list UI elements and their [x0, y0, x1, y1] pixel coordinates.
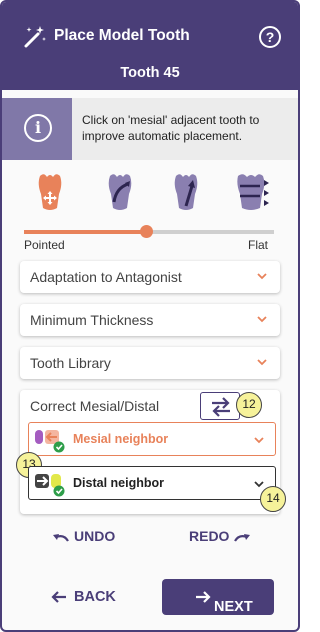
- slider-knob[interactable]: [140, 225, 153, 238]
- info-message: Click on 'mesial' adjacent tooth to impr…: [82, 113, 260, 143]
- chevron-down-icon: [254, 481, 264, 488]
- undo-label: UNDO: [74, 528, 116, 544]
- slider-right-label: Flat: [248, 238, 269, 252]
- slider-fill: [24, 230, 147, 234]
- tilt-tooth-tool[interactable]: [166, 172, 206, 214]
- info-icon-box: i: [2, 98, 72, 160]
- question-circle-icon[interactable]: ?: [259, 26, 281, 48]
- mesial-neighbor-icon: [35, 430, 65, 453]
- panel-title: Place Model Tooth: [54, 27, 190, 44]
- chevron-down-icon: [257, 273, 267, 280]
- info-circle-icon: i: [24, 114, 52, 142]
- next-label: NEXT: [214, 599, 253, 615]
- arrow-right-icon: [196, 591, 211, 603]
- section-adaptation-to-antagonist[interactable]: Adaptation to Antagonist: [20, 261, 280, 293]
- arrow-left-icon: [51, 591, 66, 603]
- section-label: Correct Mesial/Distal: [30, 398, 160, 414]
- back-label: BACK: [74, 589, 116, 605]
- callout-12: 12: [236, 392, 262, 418]
- chevron-down-icon: [254, 437, 264, 444]
- swap-neighbors-button[interactable]: [200, 392, 240, 420]
- section-minimum-thickness[interactable]: Minimum Thickness: [20, 304, 280, 336]
- distal-neighbor-label: Distal neighbor: [73, 476, 164, 490]
- chevron-down-icon: [257, 316, 267, 323]
- chevron-down-icon: [257, 359, 267, 366]
- magic-wand-icon: [24, 26, 46, 48]
- swap-arrows-icon: [212, 397, 230, 417]
- mesial-neighbor-label: Mesial neighbor: [73, 432, 169, 446]
- redo-icon: [234, 534, 251, 542]
- info-banner: i Click on 'mesial' adjacent tooth to im…: [2, 98, 298, 160]
- shape-slider[interactable]: [24, 225, 274, 238]
- distal-neighbor-selector[interactable]: Distal neighbor: [28, 466, 276, 500]
- panel-header: Place Model Tooth ? Tooth 45: [2, 2, 298, 90]
- back-button[interactable]: BACK: [50, 589, 116, 605]
- place-model-tooth-panel: Place Model Tooth ? Tooth 45 i Click on …: [0, 0, 300, 632]
- slider-left-label: Pointed: [24, 238, 65, 252]
- redo-button[interactable]: REDO: [189, 528, 251, 544]
- mesial-neighbor-selector[interactable]: Mesial neighbor: [28, 422, 276, 456]
- section-tooth-library[interactable]: Tooth Library: [20, 347, 280, 379]
- move-tooth-tool[interactable]: [30, 172, 70, 214]
- section-label: Adaptation to Antagonist: [30, 269, 182, 285]
- section-label: Minimum Thickness: [30, 312, 154, 328]
- section-label: Tooth Library: [30, 355, 111, 371]
- tooth-tools: [2, 172, 298, 218]
- undo-icon: [53, 534, 69, 542]
- scale-tooth-tool[interactable]: [232, 172, 272, 214]
- undo-button[interactable]: UNDO: [52, 528, 115, 544]
- callout-14: 14: [260, 486, 286, 512]
- redo-label: REDO: [189, 528, 230, 544]
- rotate-tooth-tool[interactable]: [100, 172, 140, 214]
- distal-neighbor-icon: [35, 474, 65, 497]
- tooth-number: Tooth 45: [120, 65, 180, 81]
- next-button[interactable]: NEXT: [162, 579, 274, 615]
